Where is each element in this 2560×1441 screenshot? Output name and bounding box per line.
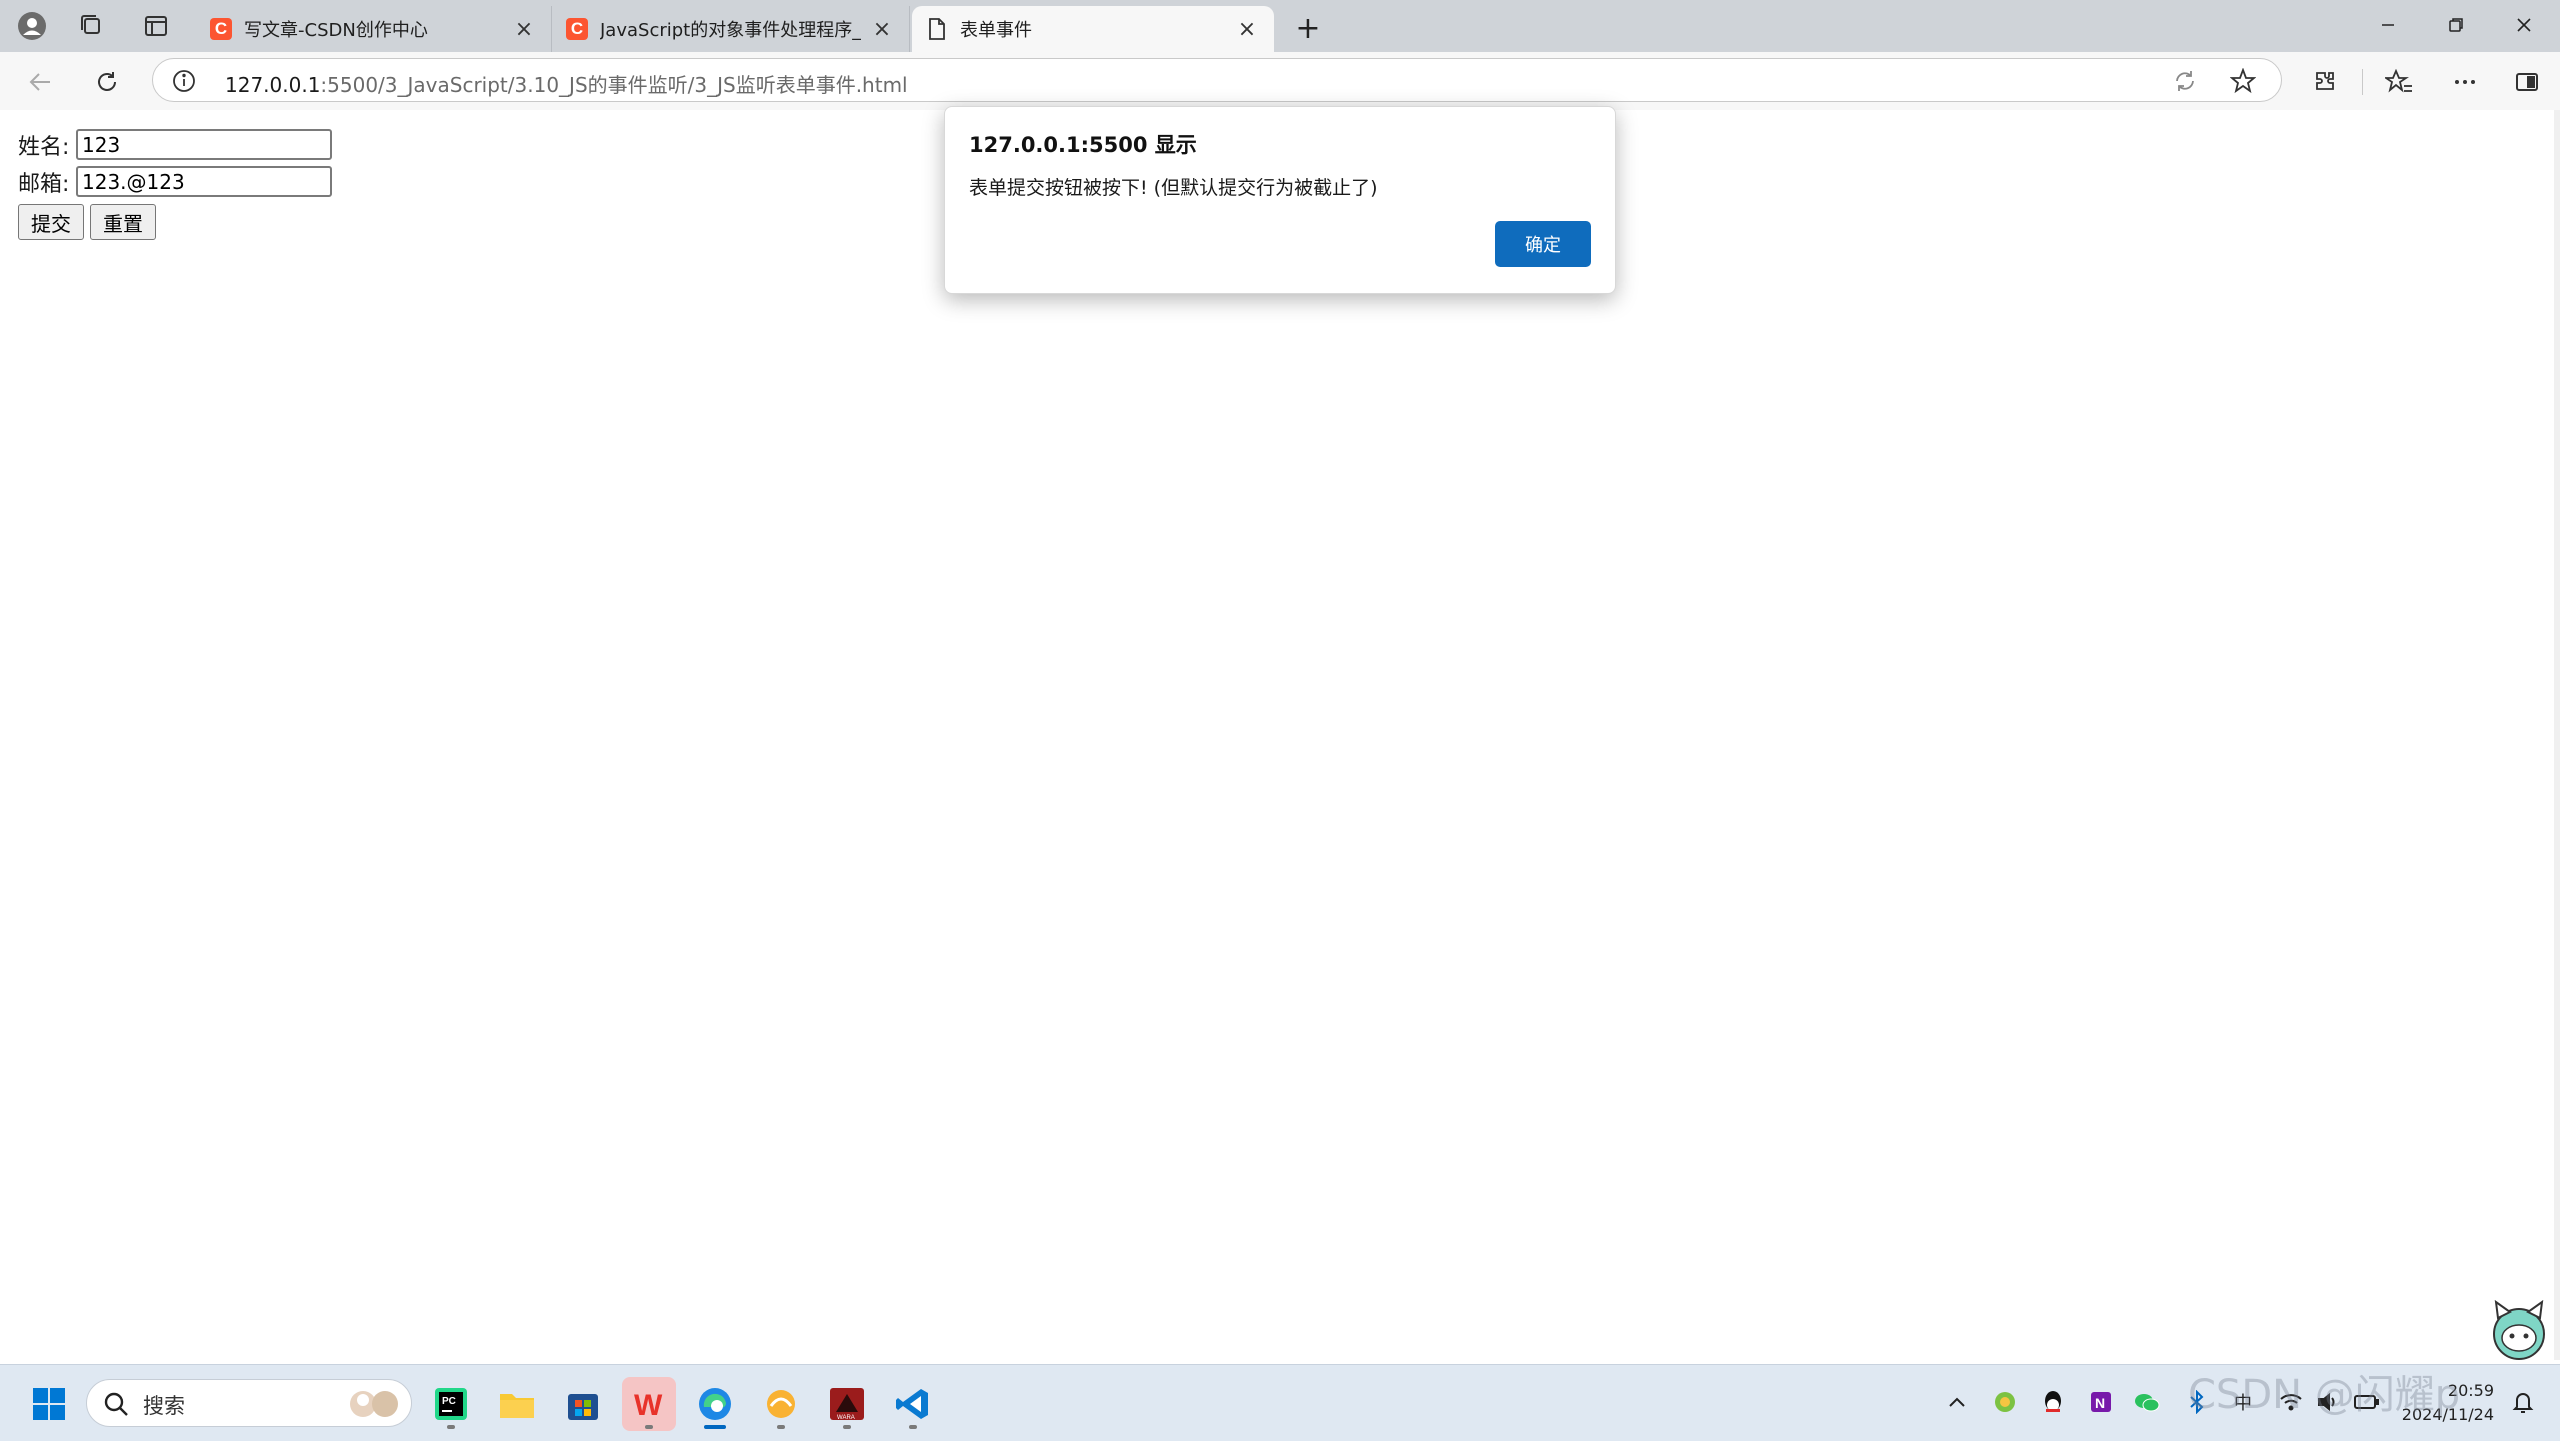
- extensions-icon[interactable]: [2306, 63, 2344, 101]
- csdn-icon: C: [210, 18, 232, 40]
- tab-title: 表单事件: [960, 20, 1032, 41]
- running-indicator: [447, 1425, 455, 1429]
- submit-button[interactable]: 提交: [18, 204, 84, 240]
- url-host: 127.0.0.1: [225, 73, 321, 97]
- page-content: 姓名: 邮箱: 提交 重置: [0, 110, 2560, 1360]
- read-aloud-icon[interactable]: [2171, 67, 2199, 95]
- store-icon[interactable]: [556, 1377, 610, 1431]
- tab-title: 写文章-CSDN创作中心: [244, 20, 428, 41]
- reset-button[interactable]: 重置: [90, 204, 156, 240]
- name-label: 姓名:: [18, 134, 70, 160]
- url-path: :5500/3_JavaScript/3.10_JS的事件监听/3_JS监听表单…: [320, 73, 908, 97]
- refresh-icon[interactable]: [88, 63, 126, 101]
- minimize-button[interactable]: [2354, 0, 2422, 50]
- tab-strip: C 写文章-CSDN创作中心 × C JavaScript的对象事件处理程序_s…: [0, 0, 2560, 52]
- csdn-watermark: CSDN @闪耀p: [2188, 1372, 2461, 1418]
- toolbar-divider: [2362, 69, 2363, 95]
- running-indicator: [645, 1425, 653, 1429]
- pycharm-icon[interactable]: PC: [424, 1377, 478, 1431]
- ok-button[interactable]: 确定: [1495, 221, 1591, 267]
- tab-js-events[interactable]: C JavaScript的对象事件处理程序_se ×: [552, 6, 910, 52]
- edge-icon[interactable]: [688, 1377, 742, 1431]
- svg-text:W: W: [634, 1389, 663, 1422]
- svg-text:WARA: WARA: [837, 1415, 855, 1421]
- close-tab-icon[interactable]: ×: [869, 16, 895, 42]
- back-icon[interactable]: [22, 63, 60, 101]
- game-icon[interactable]: WARA: [820, 1377, 874, 1431]
- taskbar-search[interactable]: 搜索: [86, 1379, 412, 1427]
- svg-text:PC: PC: [442, 1396, 456, 1407]
- running-indicator: [909, 1425, 917, 1429]
- search-icon: [104, 1392, 128, 1416]
- tab-form-events[interactable]: 表单事件 ×: [912, 6, 1274, 52]
- collections-icon[interactable]: [74, 8, 110, 44]
- close-window-button[interactable]: [2490, 0, 2558, 50]
- favorites-icon[interactable]: [2380, 63, 2418, 101]
- search-highlight-icon: [350, 1391, 398, 1417]
- wechat-icon[interactable]: [2132, 1387, 2162, 1417]
- user-form: 姓名: 邮箱: 提交 重置: [18, 126, 332, 240]
- vscode-icon[interactable]: [886, 1377, 940, 1431]
- sublime-icon[interactable]: [754, 1377, 808, 1431]
- sidebar-icon[interactable]: [2508, 63, 2546, 101]
- email-input[interactable]: [76, 166, 332, 197]
- email-label: 邮箱:: [18, 171, 70, 197]
- wps-icon[interactable]: W: [622, 1377, 676, 1431]
- search-placeholder: 搜索: [143, 1394, 185, 1418]
- vertical-tabs-icon[interactable]: [138, 8, 174, 44]
- taskbar: 搜索 PC W WARA N 中 20:59 2024/11/24: [0, 1364, 2560, 1441]
- csdn-icon: C: [566, 18, 588, 40]
- profile-icon[interactable]: [14, 8, 50, 44]
- tab-csdn-editor[interactable]: C 写文章-CSDN创作中心 ×: [196, 6, 552, 52]
- tab-title: JavaScript的对象事件处理程序_se: [600, 20, 861, 41]
- alert-title: 127.0.0.1:5500 显示: [969, 133, 1197, 157]
- qq-icon[interactable]: [2038, 1387, 2068, 1417]
- tray-app-icon[interactable]: [1990, 1387, 2020, 1417]
- chevron-up-icon[interactable]: [1942, 1387, 1972, 1417]
- browser-toolbar: 127.0.0.1:5500/3_JavaScript/3.10_JS的事件监听…: [0, 52, 2560, 111]
- svg-text:N: N: [2095, 1395, 2105, 1411]
- site-info-icon[interactable]: [171, 68, 197, 94]
- notification-icon[interactable]: [2508, 1387, 2538, 1417]
- name-row: 姓名:: [18, 126, 332, 163]
- more-menu-icon[interactable]: [2446, 63, 2484, 101]
- name-input[interactable]: [76, 129, 332, 160]
- email-row: 邮箱:: [18, 163, 332, 200]
- file-explorer-icon[interactable]: [490, 1377, 544, 1431]
- address-bar[interactable]: 127.0.0.1:5500/3_JavaScript/3.10_JS的事件监听…: [152, 58, 2282, 102]
- alert-message: 表单提交按钮被按下! (但默认提交行为被截止了): [969, 177, 1378, 199]
- mascot-icon[interactable]: [2488, 1300, 2550, 1362]
- new-tab-button[interactable]: +: [1290, 10, 1326, 46]
- favorite-star-icon[interactable]: [2229, 67, 2257, 95]
- running-indicator: [777, 1425, 785, 1429]
- close-tab-icon[interactable]: ×: [1234, 16, 1260, 42]
- url-text[interactable]: 127.0.0.1:5500/3_JavaScript/3.10_JS的事件监听…: [225, 69, 908, 98]
- close-tab-icon[interactable]: ×: [511, 16, 537, 42]
- form-buttons: 提交 重置: [18, 204, 332, 240]
- page-icon: [926, 18, 948, 40]
- running-indicator: [843, 1425, 851, 1429]
- active-indicator: [704, 1425, 726, 1429]
- restore-button[interactable]: [2422, 0, 2490, 50]
- start-icon[interactable]: [22, 1377, 76, 1431]
- alert-dialog: 127.0.0.1:5500 显示 表单提交按钮被按下! (但默认提交行为被截止…: [944, 106, 1616, 294]
- onenote-icon[interactable]: N: [2086, 1387, 2116, 1417]
